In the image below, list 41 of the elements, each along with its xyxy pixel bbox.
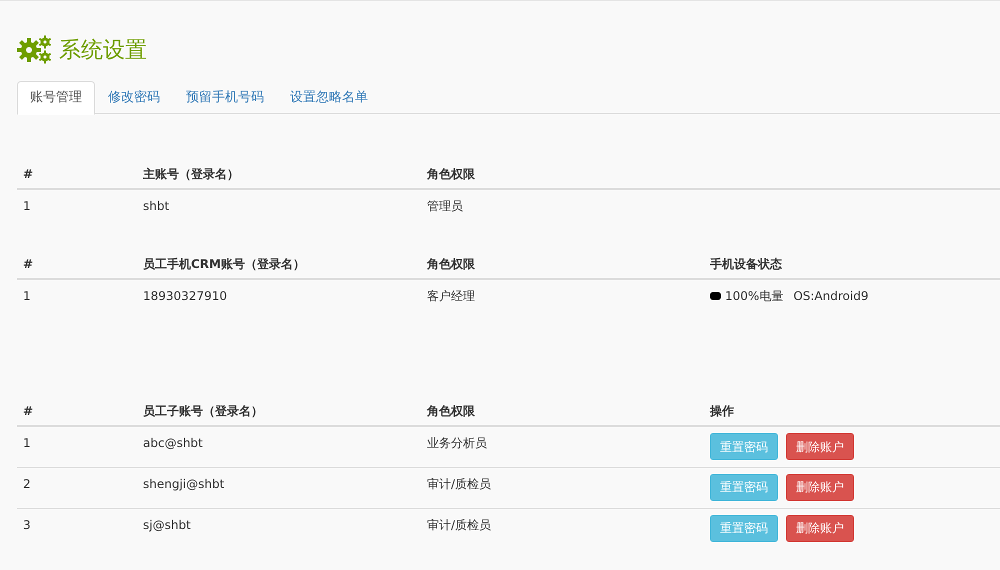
tab[interactable]: 设置忽略名单 (277, 81, 381, 114)
table-cell: 2 (23, 476, 31, 490)
reset-password-button[interactable]: 重置密码 (710, 433, 778, 460)
table-cell: abc@shbt (143, 436, 203, 450)
table-cell: 3 (23, 518, 31, 532)
table-cell: 18930327910 (143, 289, 227, 303)
tab[interactable]: 修改密码 (95, 81, 173, 114)
tab[interactable]: 预留手机号码 (173, 81, 277, 114)
table-cell: 审计/质检员 (427, 476, 492, 490)
table-cell: shbt (143, 199, 170, 213)
table-cell: sj@shbt (143, 518, 191, 532)
table-cell: 客户经理 (427, 289, 475, 303)
column-header: 员工子账号（登录名） (143, 404, 263, 418)
gears-icon (17, 35, 53, 65)
table-cell: 业务分析员 (427, 436, 487, 450)
table-cell: 1 (23, 289, 31, 303)
column-header: 操作 (710, 404, 734, 418)
table-cell: 1 (23, 436, 31, 450)
battery-icon (710, 292, 721, 300)
battery-level: 100%电量 (725, 288, 784, 305)
column-header: 员工手机CRM账号（登录名） (143, 256, 305, 270)
reset-password-button[interactable]: 重置密码 (710, 514, 778, 542)
tab[interactable]: 账号管理 (17, 81, 95, 115)
table-cell: 管理员 (427, 199, 463, 213)
table-cell: shengji@shbt (143, 476, 224, 490)
delete-account-button[interactable]: 删除账户 (786, 474, 854, 500)
os-version: OS:Android9 (793, 288, 868, 305)
delete-account-button[interactable]: 删除账户 (786, 514, 854, 542)
reset-password-button[interactable]: 重置密码 (710, 474, 778, 500)
column-header: 主账号（登录名） (143, 166, 239, 180)
table-cell: 1 (23, 199, 31, 213)
column-header: # (23, 256, 34, 270)
column-header: 角色权限 (427, 404, 475, 418)
page-title: 系统设置 (59, 36, 147, 64)
column-header: 角色权限 (427, 256, 475, 270)
table-cell: 审计/质检员 (427, 518, 492, 532)
column-header: 手机设备状态 (710, 256, 782, 270)
column-header: # (23, 404, 34, 418)
column-header: # (23, 166, 34, 180)
delete-account-button[interactable]: 删除账户 (786, 433, 854, 460)
column-header: 角色权限 (427, 166, 475, 180)
